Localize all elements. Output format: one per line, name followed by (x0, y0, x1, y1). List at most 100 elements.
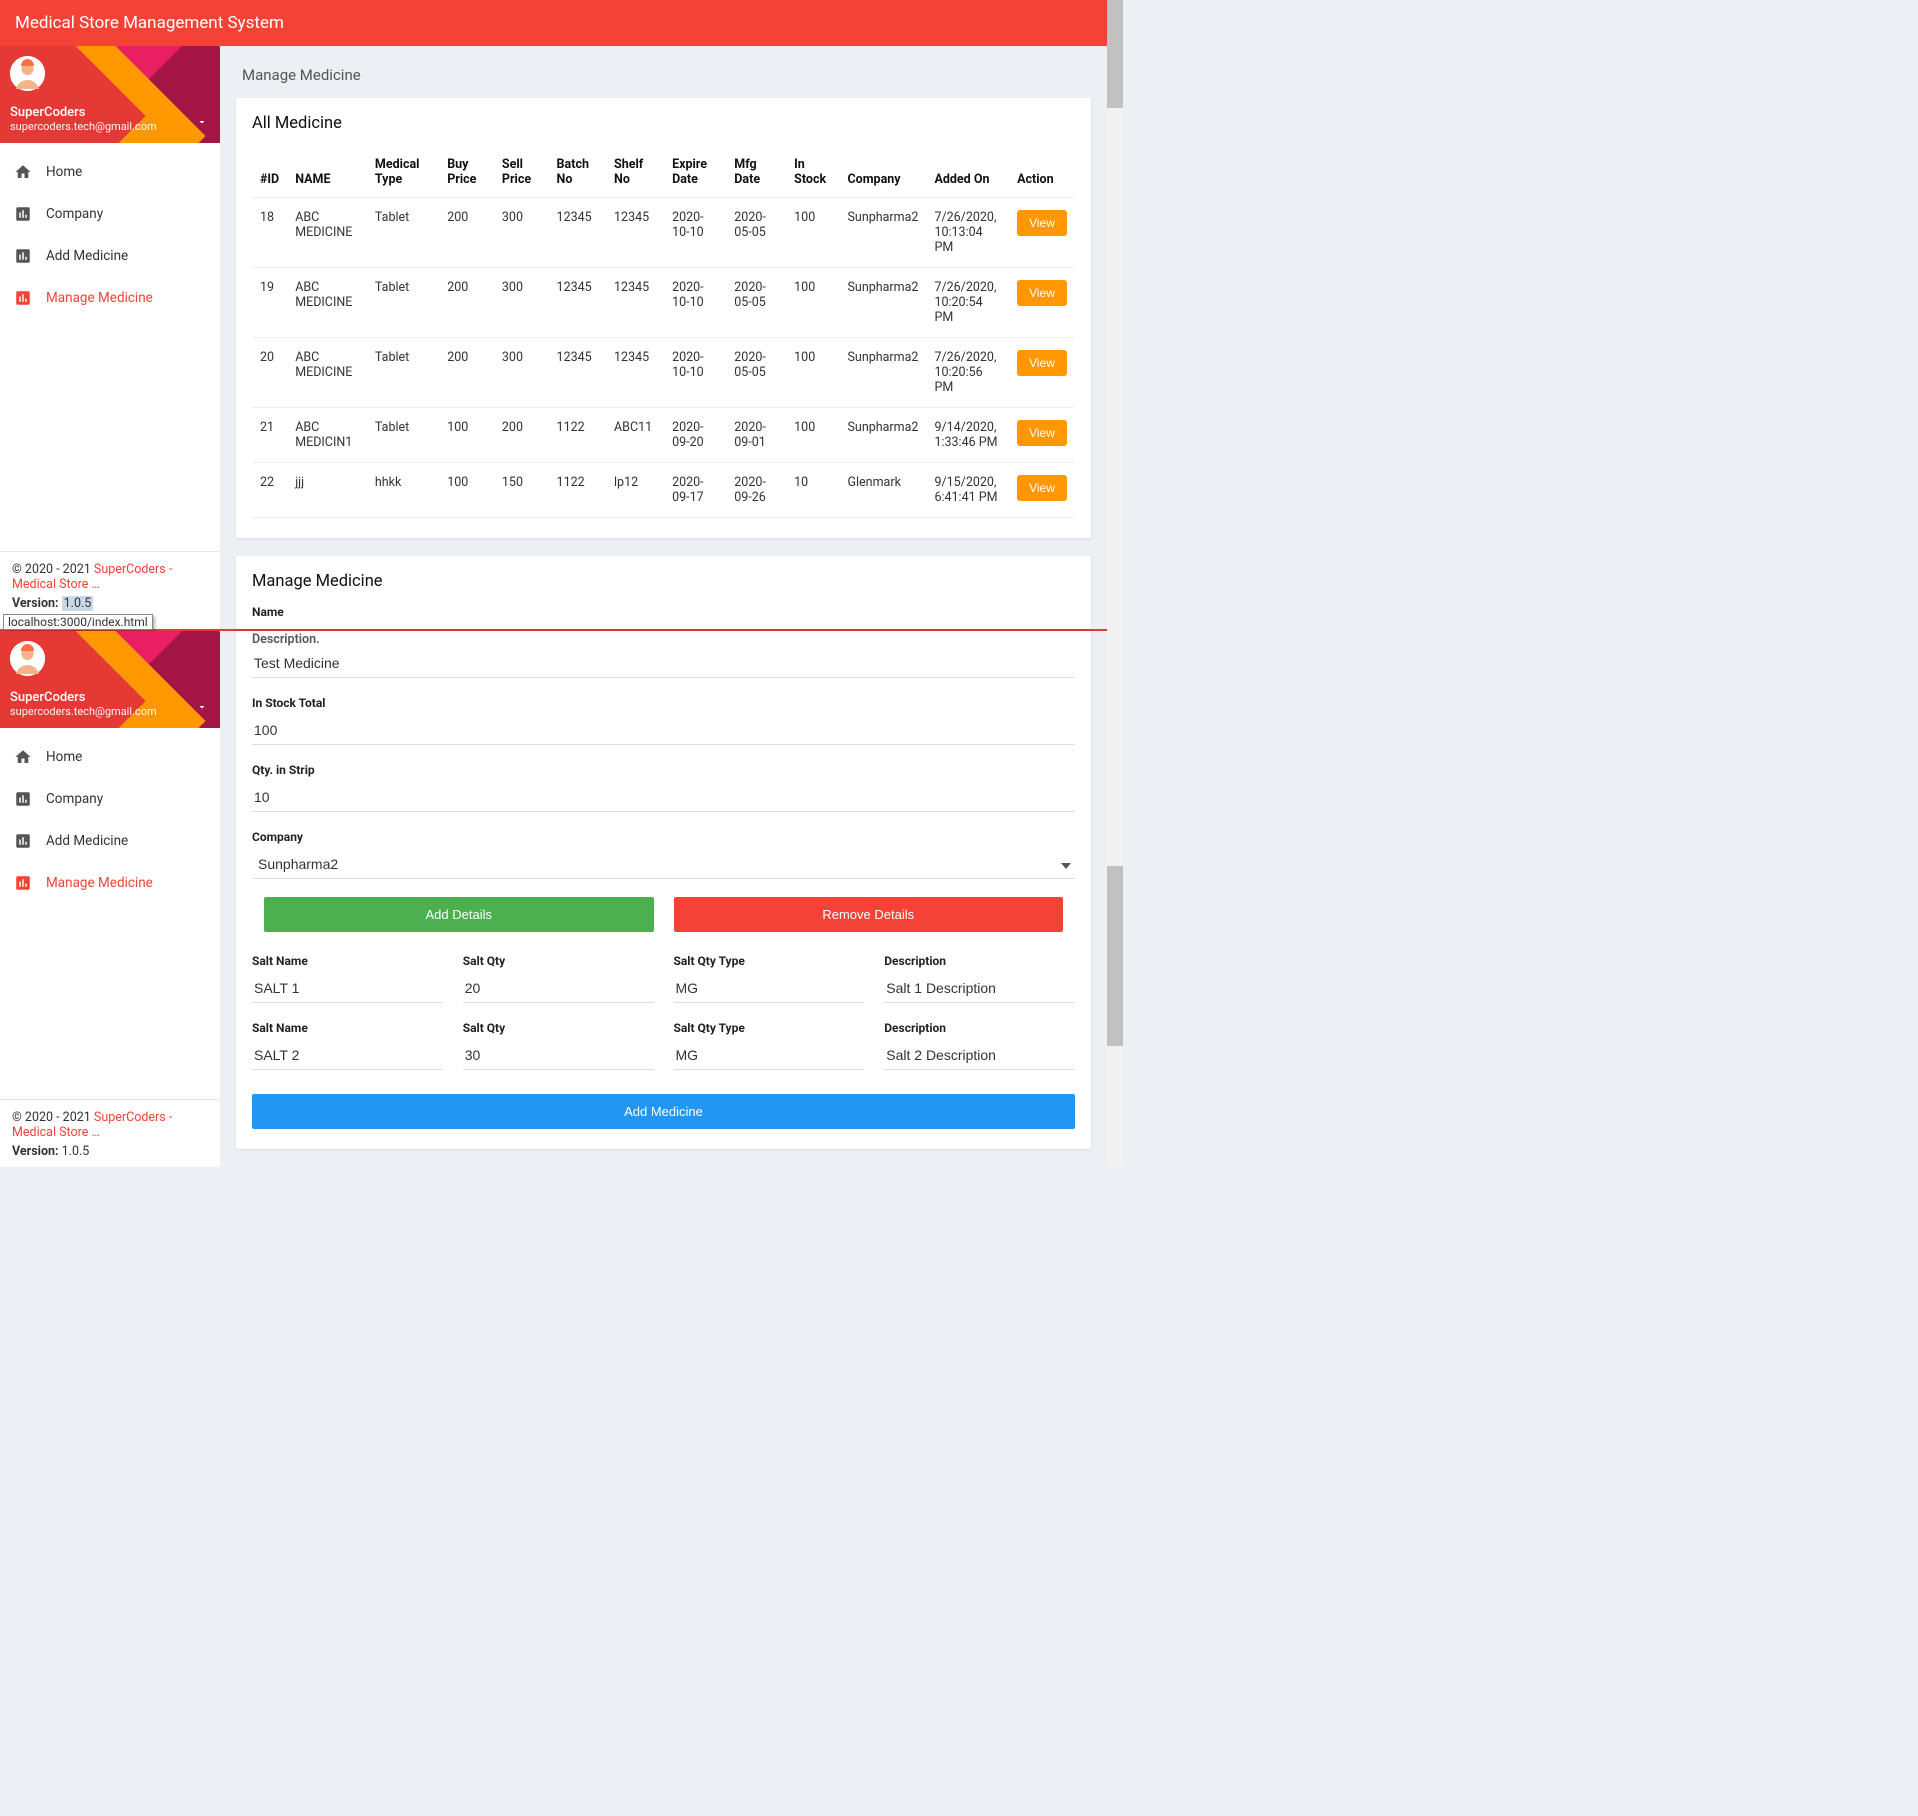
salt-qty-type-field[interactable] (674, 1041, 865, 1070)
cell-name: ABC MEDICIN1 (287, 408, 367, 463)
description-label-partial: Description. (236, 631, 1091, 649)
cell-added: 9/14/2020, 1:33:46 PM (926, 408, 1009, 463)
cell-mfg: 2020-09-01 (726, 408, 786, 463)
version-label: Version: (12, 1144, 59, 1159)
chart-icon (14, 247, 32, 265)
salt-qty-field[interactable] (463, 974, 654, 1003)
cell-company: Sunpharma2 (840, 198, 927, 268)
table-header-added: Added On (926, 147, 1009, 198)
cell-sell: 300 (494, 338, 549, 408)
cell-sell: 150 (494, 463, 549, 518)
sidebar-item-label: Manage Medicine (46, 875, 153, 891)
cell-batch: 1122 (549, 463, 606, 518)
cell-sell: 300 (494, 198, 549, 268)
in-stock-total-label: In Stock Total (252, 696, 1075, 710)
scrollbar-thumb[interactable] (1107, 0, 1123, 108)
add-medicine-button[interactable]: Add Medicine (252, 1094, 1075, 1129)
cell-id: 21 (252, 408, 287, 463)
cell-shelf: 12345 (606, 268, 664, 338)
cell-stock: 100 (786, 198, 839, 268)
table-header-sell: Sell Price (494, 147, 549, 198)
add-details-button[interactable]: Add Details (264, 897, 654, 932)
table-row: 20ABC MEDICINETablet20030012345123452020… (252, 338, 1075, 408)
cell-added: 9/15/2020, 6:41:41 PM (926, 463, 1009, 518)
company-select[interactable] (252, 850, 1075, 879)
table-header-id: #ID (252, 147, 287, 198)
salt-qty-field-label: Salt Qty (463, 1021, 654, 1035)
main-content: Description. In Stock Total Qty. in Stri… (220, 631, 1107, 1167)
salt-name-field[interactable] (252, 1041, 443, 1070)
cell-buy: 100 (439, 463, 494, 518)
salt-desc-field[interactable] (884, 974, 1075, 1003)
cell-name: ABC MEDICINE (287, 268, 367, 338)
salt-name-field-label: Salt Name (252, 954, 443, 968)
card-title: All Medicine (236, 98, 1091, 147)
salt-name-field-label: Salt Name (252, 1021, 443, 1035)
cell-added: 7/26/2020, 10:20:56 PM (926, 338, 1009, 408)
cell-stock: 100 (786, 408, 839, 463)
cell-type: Tablet (367, 338, 439, 408)
version-value: 1.0.5 (62, 596, 94, 611)
view-button[interactable]: View (1017, 350, 1067, 376)
cell-mfg: 2020-05-05 (726, 198, 786, 268)
cell-expire: 2020-10-10 (664, 198, 726, 268)
sidebar-item-company[interactable]: Company (0, 193, 220, 235)
view-button[interactable]: View (1017, 420, 1067, 446)
sidebar-footer: © 2020 - 2021 SuperCoders - Medical Stor… (0, 551, 220, 629)
sidebar-item-home[interactable]: Home (0, 736, 220, 778)
description-field[interactable] (252, 649, 1075, 678)
cell-mfg: 2020-05-05 (726, 338, 786, 408)
chevron-down-icon[interactable] (196, 701, 208, 716)
cell-buy: 200 (439, 268, 494, 338)
cell-id: 20 (252, 338, 287, 408)
salt-desc-field[interactable] (884, 1041, 1075, 1070)
cell-name: ABC MEDICINE (287, 198, 367, 268)
chevron-down-icon[interactable] (196, 116, 208, 131)
cell-type: Tablet (367, 268, 439, 338)
sidebar-item-add-medicine[interactable]: Add Medicine (0, 820, 220, 862)
cell-mfg: 2020-05-05 (726, 268, 786, 338)
scrollbar-thumb-2[interactable] (1107, 866, 1123, 1046)
sidebar-item-company[interactable]: Company (0, 778, 220, 820)
qty-in-strip-field[interactable] (252, 783, 1075, 812)
salt-row: Salt NameSalt QtySalt Qty TypeDescriptio… (252, 954, 1075, 1021)
chart-icon (14, 205, 32, 223)
view-button[interactable]: View (1017, 280, 1067, 306)
salt-desc-field-label: Description (884, 1021, 1075, 1035)
cell-id: 22 (252, 463, 287, 518)
in-stock-total-field[interactable] (252, 716, 1075, 745)
sidebar-item-label: Add Medicine (46, 833, 128, 849)
sidebar-item-label: Add Medicine (46, 248, 128, 264)
cell-expire: 2020-09-20 (664, 408, 726, 463)
sidebar-nav: Home Company Add Medicine Manage Medicin… (0, 728, 220, 1099)
salt-qty-field[interactable] (463, 1041, 654, 1070)
home-icon (14, 748, 32, 766)
cell-stock: 10 (786, 463, 839, 518)
salt-name-field[interactable] (252, 974, 443, 1003)
scrollbar-track[interactable] (1107, 0, 1123, 1167)
remove-details-button[interactable]: Remove Details (674, 897, 1064, 932)
sidebar-item-manage-medicine[interactable]: Manage Medicine (0, 277, 220, 319)
sidebar-item-add-medicine[interactable]: Add Medicine (0, 235, 220, 277)
cell-batch: 12345 (549, 198, 606, 268)
user-name: SuperCoders (10, 105, 190, 120)
cell-sell: 200 (494, 408, 549, 463)
view-button[interactable]: View (1017, 475, 1067, 501)
view-button[interactable]: View (1017, 210, 1067, 236)
name-label: Name (252, 605, 1075, 619)
sidebar-footer: © 2020 - 2021 SuperCoders - Medical Stor… (0, 1099, 220, 1167)
cell-action: View (1009, 268, 1075, 338)
sidebar-item-manage-medicine[interactable]: Manage Medicine (0, 862, 220, 904)
cell-stock: 100 (786, 268, 839, 338)
cell-company: Sunpharma2 (840, 338, 927, 408)
home-icon (14, 163, 32, 181)
salt-qty-type-field[interactable] (674, 974, 865, 1003)
cell-batch: 12345 (549, 268, 606, 338)
sidebar-item-label: Manage Medicine (46, 290, 153, 306)
cell-stock: 100 (786, 338, 839, 408)
cell-shelf: ABC11 (606, 408, 664, 463)
avatar (10, 56, 45, 91)
salt-qty-type-field-label: Salt Qty Type (674, 954, 865, 968)
cell-company: Sunpharma2 (840, 268, 927, 338)
sidebar-item-home[interactable]: Home (0, 151, 220, 193)
